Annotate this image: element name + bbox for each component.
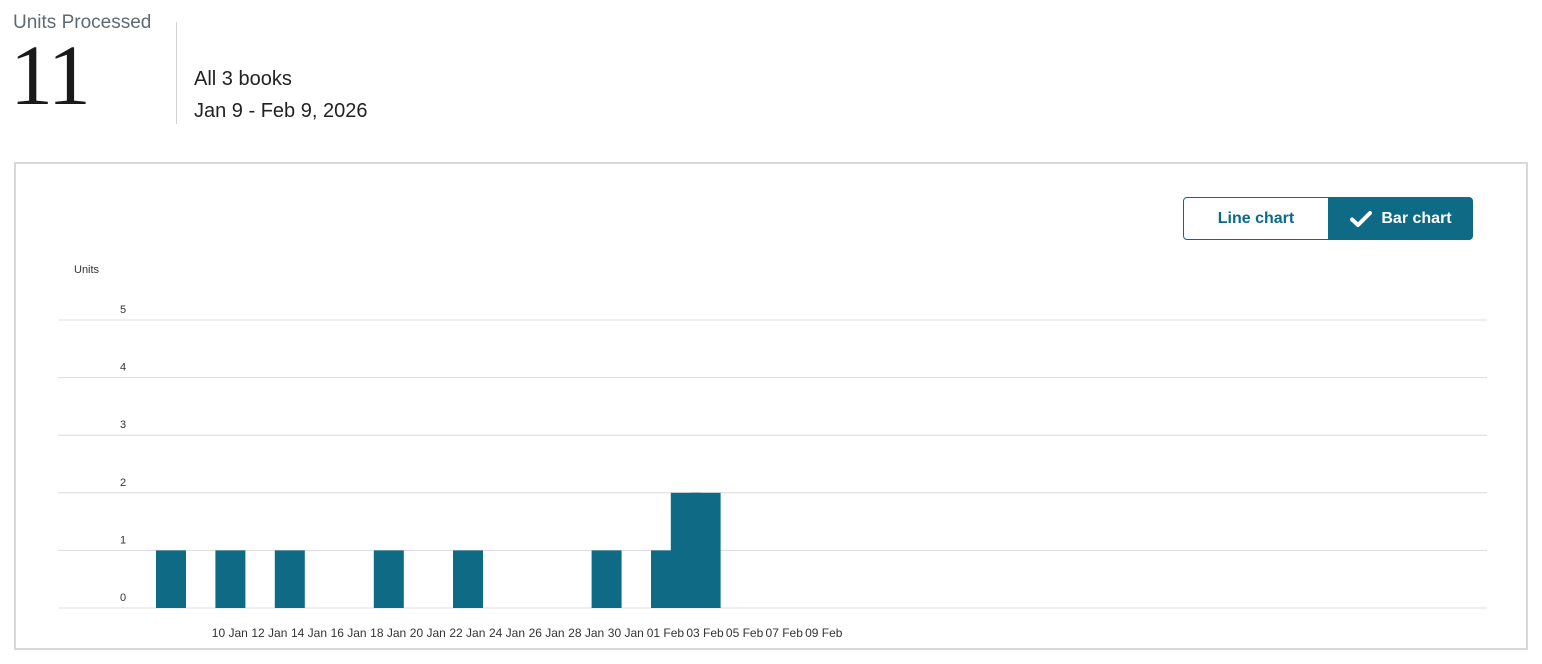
- line-chart-button[interactable]: Line chart: [1183, 197, 1329, 240]
- chart-type-toggle: Line chart Bar chart: [1183, 197, 1473, 240]
- summary-divider: [176, 22, 177, 124]
- summary-header: Units Processed 11 All 3 books Jan 9 - F…: [0, 0, 700, 140]
- metric-value: 11: [10, 27, 91, 123]
- check-icon: [1350, 210, 1373, 227]
- date-range: Jan 9 - Feb 9, 2026: [194, 100, 368, 122]
- bar-chart-button[interactable]: Bar chart: [1329, 197, 1473, 240]
- bar-chart-label: Bar chart: [1381, 209, 1452, 227]
- book-scope: All 3 books: [194, 68, 292, 90]
- line-chart-label: Line chart: [1217, 209, 1295, 227]
